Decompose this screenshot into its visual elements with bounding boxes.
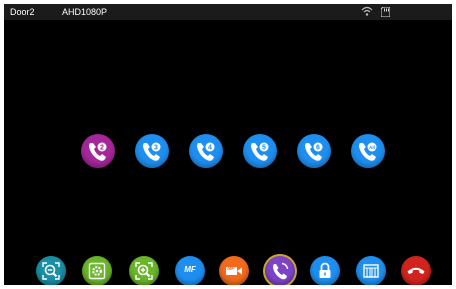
call-badge: 3 [154,145,158,152]
lock-icon [319,262,331,278]
call-badge: 2 [100,145,104,152]
video-format-label: AHD1080P [62,7,108,17]
record-button[interactable]: MP [219,256,249,285]
call-monitor-button-5[interactable]: 5 [243,134,277,168]
call-monitor-button-6[interactable]: 6 [297,134,331,168]
sd-card-icon [381,7,390,17]
gate-icon [363,264,379,278]
phone-icon: 2 [89,142,107,161]
call-badge: 6 [316,145,320,152]
phone-icon: 5 [251,142,269,161]
phone-icon: All [359,142,377,161]
hang-up-button[interactable] [401,256,431,285]
call-monitor-row: 2 3 4 5 6 All [81,134,385,170]
zoom-in-button[interactable] [129,256,159,285]
zoom-out-icon [42,262,60,280]
phone-transfer-icon [273,262,289,280]
intercom-monitor-screen: Door2 AHD1080P 2 3 4 5 6 All MF MP [4,4,452,285]
record-label: MP [227,266,235,272]
wifi-icon [361,6,373,16]
bottom-toolbar: MF MP [4,256,452,285]
phone-icon: 6 [305,142,323,161]
call-monitor-button-3[interactable]: 3 [135,134,169,168]
door-label: Door2 [10,7,35,17]
call-badge: 4 [208,145,212,152]
gate-button[interactable] [356,256,386,285]
phone-icon: 3 [143,142,161,161]
call-monitor-button-2[interactable]: 2 [81,134,115,168]
multi-frame-button[interactable]: MF [175,256,205,285]
hang-up-icon [407,267,425,274]
multi-frame-label: MF [184,265,196,274]
settings-button[interactable] [82,256,112,285]
call-all-button[interactable]: All [351,134,385,168]
call-badge: All [369,145,375,150]
gear-icon [88,262,106,280]
unlock-button[interactable] [310,256,340,285]
zoom-in-icon [135,262,153,280]
phone-icon: 4 [197,142,215,161]
call-badge: 5 [262,145,266,152]
status-bar: Door2 AHD1080P [4,4,452,20]
zoom-out-button[interactable] [36,256,66,285]
intercom-button[interactable] [265,256,295,285]
call-monitor-button-4[interactable]: 4 [189,134,223,168]
